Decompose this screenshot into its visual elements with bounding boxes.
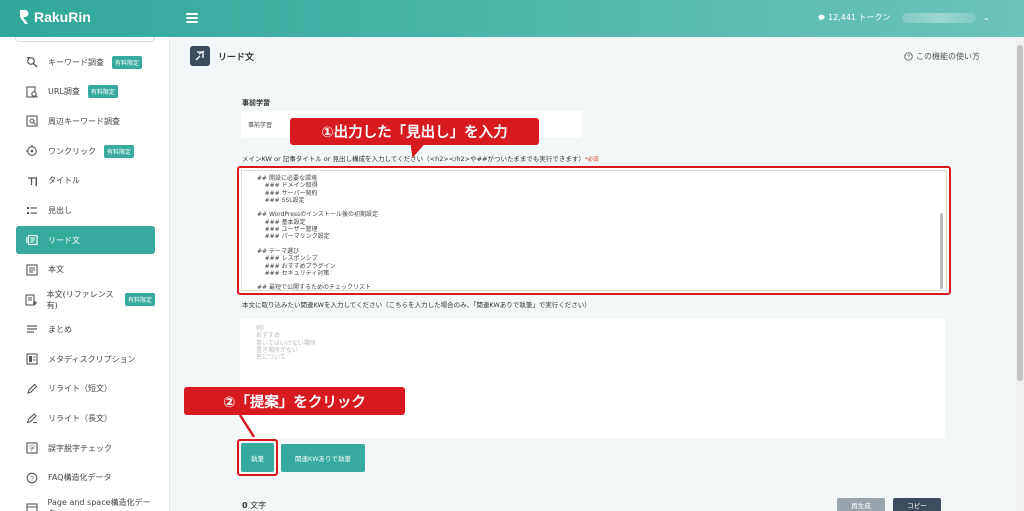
sidebar-item-label: リード文 <box>48 235 80 245</box>
related-keyword-icon <box>25 114 39 128</box>
question-circle-icon: ? <box>904 52 913 61</box>
sidebar-item-0[interactable]: キーワード調査 有料限定 <box>16 48 155 76</box>
rewrite-long-icon <box>25 411 39 425</box>
sidebar-item-13[interactable]: 字 誤字脱字チェック <box>16 434 155 462</box>
title-icon <box>25 174 39 188</box>
required-mark: *必須 <box>584 157 599 163</box>
write-button[interactable]: 執筆 <box>241 443 274 472</box>
char-count: 0 文字 <box>242 500 266 511</box>
sidebar-item-label: 見出し <box>48 206 72 215</box>
sidebar-item-2[interactable]: 周辺キーワード調査 <box>16 107 155 135</box>
app-logo[interactable]: RakuRin <box>18 9 91 25</box>
structured-data-icon <box>25 501 39 511</box>
typo-check-icon: 字 <box>25 441 39 455</box>
headings-textarea-content: ## 開設に必要な環境 ### ドメイン取得 ### サーバー契約 ### SS… <box>257 175 379 291</box>
sidebar-item-1[interactable]: URL調査 有料限定 <box>16 78 155 106</box>
page-scrollbar[interactable] <box>1016 37 1024 511</box>
sidebar-item-label: 周辺キーワード調査 <box>48 116 120 126</box>
meta-description-icon <box>25 352 39 366</box>
app-name: RakuRin <box>34 9 91 25</box>
sidebar-item-8[interactable]: 本文(リファレンス有) 有料限定 <box>16 286 155 314</box>
textarea-scrollbar[interactable] <box>940 213 943 289</box>
paid-only-badge: 有料限定 <box>104 144 135 158</box>
regenerate-button[interactable]: 再生成 <box>837 498 885 511</box>
sidebar-item-label: ワンクリック <box>48 146 96 156</box>
one-click-icon <box>25 144 39 158</box>
sidebar-item-label: タイトル <box>48 176 80 186</box>
sidebar-item-label: URL調査 <box>48 87 80 97</box>
lead-text-icon <box>25 233 39 247</box>
callout-step2-text: ②「提案」をクリック <box>223 394 366 411</box>
sidebar-item-3[interactable]: ワンクリック 有料限定 <box>16 137 155 165</box>
callout-step2: ②「提案」をクリック <box>184 387 405 415</box>
chevron-down-icon[interactable]: ⌄ <box>983 13 990 22</box>
sidebar-item-label: FAQ構造化データ <box>48 473 112 483</box>
sidebar-item-15[interactable]: Page and space構造化データ <box>16 494 155 511</box>
sidebar-item-label: 誤字脱字チェック <box>48 443 112 453</box>
lead-text-page-icon <box>190 46 210 66</box>
sidebar-top-divider <box>15 37 155 42</box>
svg-text:?: ? <box>30 475 34 482</box>
page-scrollbar-thumb[interactable] <box>1017 45 1023 381</box>
sidebar-item-label: リライト（短文） <box>48 384 112 394</box>
sidebar-item-label: 本文 <box>48 265 64 275</box>
body-reference-icon <box>25 293 38 307</box>
related-kw-textarea[interactable]: 例） おすすめ 書いてはいけない場所 置き場所がない 窓について <box>240 318 945 438</box>
sidebar-item-label: Page and space構造化データ <box>47 497 151 511</box>
faq-icon: ? <box>25 471 39 485</box>
copy-button[interactable]: コピー <box>893 498 941 511</box>
body-text-icon <box>25 263 39 277</box>
paid-only-badge: 有料限定 <box>124 293 155 307</box>
paid-only-badge: 有料限定 <box>87 85 118 99</box>
sidebar-item-label: メタディスクリプション <box>48 354 136 364</box>
chat-bubble-icon <box>818 14 825 21</box>
headings-highlight-box: ## 開設に必要な環境 ### ドメイン取得 ### サーバー契約 ### SS… <box>237 166 951 295</box>
heading-icon <box>25 204 39 218</box>
sidebar-item-label: 本文(リファレンス有) <box>46 289 114 310</box>
token-count: 12,441 トークン <box>818 12 891 23</box>
char-count-value: 0 <box>242 501 248 510</box>
related-kw-label: 本文に取り込みたい関連KWを入力してください（こちらを入力した場合のみ、「関連K… <box>242 301 591 309</box>
headings-textarea[interactable]: ## 開設に必要な環境 ### ドメイン取得 ### サーバー契約 ### SS… <box>241 170 947 291</box>
top-bar: RakuRin 12,441 トークン ⌄ <box>0 0 1024 37</box>
sidebar-item-9[interactable]: まとめ <box>16 315 155 343</box>
rewrite-short-icon <box>25 382 39 396</box>
callout-step1: ①出力した「見出し」を入力 <box>290 118 539 158</box>
write-with-related-kw-button[interactable]: 関連KWありで執筆 <box>281 444 365 472</box>
sidebar-item-label: リライト（長文） <box>48 413 112 423</box>
hamburger-menu-icon[interactable] <box>186 13 198 23</box>
token-count-text: 12,441 トークン <box>828 13 891 22</box>
sidebar-item-4[interactable]: タイトル <box>16 167 155 195</box>
char-count-unit: 文字 <box>250 501 267 510</box>
logo-mark-icon <box>20 10 29 24</box>
sidebar-item-10[interactable]: メタディスクリプション <box>16 345 155 373</box>
svg-text:字: 字 <box>29 444 35 452</box>
summary-icon <box>25 322 39 336</box>
help-link-text: この機能の使い方 <box>916 52 980 61</box>
sidebar-item-5[interactable]: 見出し <box>16 197 155 225</box>
user-menu[interactable] <box>902 13 976 23</box>
sidebar-item-label: まとめ <box>48 324 72 334</box>
url-search-icon <box>25 85 39 99</box>
prelearn-label: 事前学習 <box>242 99 270 107</box>
keyword-search-icon <box>25 55 39 69</box>
help-link[interactable]: ? この機能の使い方 <box>904 51 980 62</box>
sidebar-item-6[interactable]: リード文 <box>16 226 155 255</box>
callout-step1-text: ①出力した「見出し」を入力 <box>321 125 508 141</box>
sidebar-item-label: キーワード調査 <box>48 57 104 67</box>
related-kw-placeholder: 例） おすすめ 書いてはいけない場所 置き場所がない 窓について <box>256 325 316 362</box>
page-title: リード文 <box>218 53 255 63</box>
sidebar-item-14[interactable]: ? FAQ構造化データ <box>16 464 155 492</box>
sidebar-item-11[interactable]: リライト（短文） <box>16 375 155 403</box>
sidebar-item-7[interactable]: 本文 <box>16 256 155 284</box>
paid-only-badge: 有料限定 <box>112 55 143 69</box>
sidebar-item-12[interactable]: リライト（長文） <box>16 404 155 432</box>
